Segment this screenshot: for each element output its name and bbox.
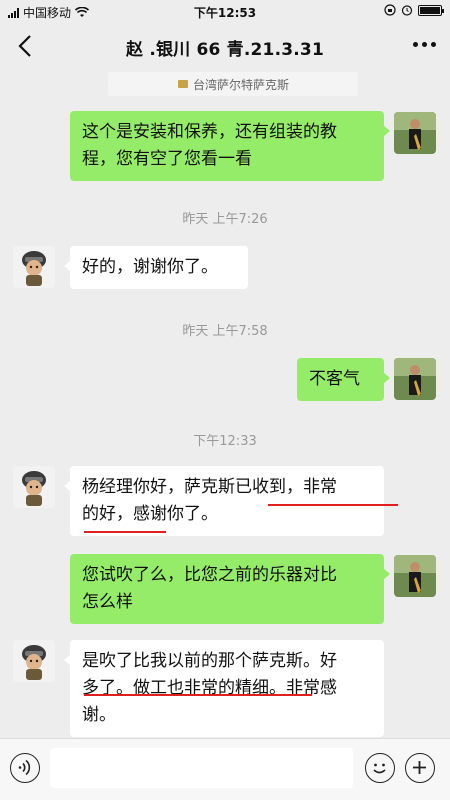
input-bar [0, 738, 450, 800]
message-bubble-sent[interactable]: 您试吹了么，比您之前的乐器对比 怎么样 [70, 554, 390, 624]
underline-mark [268, 504, 398, 506]
message-line: 杨经理你好，萨克斯已收到，非常 [82, 477, 337, 497]
underline-mark [84, 531, 166, 533]
message-bubble-received[interactable]: 好的，谢谢你了。 [64, 246, 248, 289]
lock-rotation-icon [384, 4, 396, 16]
status-right [384, 4, 444, 16]
message-line: 您试吹了么，比您之前的乐器对比 [82, 565, 337, 585]
message-bubble-sent[interactable]: 这个是安装和保养，还有组装的教 程，您有空了您看一看 [70, 111, 390, 181]
message-line: 这个是安装和保养，还有组装的教 [82, 122, 337, 142]
message-line: 谢。 [82, 705, 116, 725]
status-time: 下午12:53 [193, 6, 257, 20]
card-icon [177, 80, 188, 88]
message-bubble-received[interactable]: 杨经理你好，萨克斯已收到，非常 的好，感谢你了。 [64, 466, 384, 536]
avatar-contact[interactable] [13, 466, 55, 508]
avatar-self[interactable] [394, 555, 436, 597]
chat-header: 赵 .银川 66 青.21.3.31 [0, 24, 450, 68]
plus-icon[interactable] [405, 753, 435, 783]
status-bar: 中国移动 下午12:53 [0, 0, 450, 24]
avatar-self[interactable] [394, 358, 436, 400]
message-line: 程，您有空了您看一看 [82, 149, 252, 169]
time-stamp: 下午12:33 [193, 434, 257, 449]
time-stamp: 昨天 上午7:58 [182, 324, 268, 339]
avatar-contact[interactable] [13, 640, 55, 682]
time-stamp: 昨天 上午7:26 [182, 212, 268, 227]
avatar-self[interactable] [394, 112, 436, 154]
message-line: 是吹了比我以前的那个萨克斯。好 [82, 651, 337, 671]
emoji-icon[interactable] [365, 753, 395, 783]
battery-icon [418, 4, 444, 16]
more-dots-icon[interactable] [413, 42, 436, 47]
chat-title[interactable]: 赵 .银川 66 青.21.3.31 [60, 35, 390, 60]
message-bubble-sent[interactable]: 不客气 [297, 358, 390, 401]
chevron-left-icon[interactable] [14, 32, 38, 60]
alarm-icon [401, 5, 413, 16]
message-line: 怎么样 [82, 592, 133, 612]
message-line: 多了。做工也非常的精细。非常感 [82, 678, 337, 698]
message-bubble-received[interactable]: 是吹了比我以前的那个萨克斯。好 多了。做工也非常的精细。非常感 谢。 [64, 640, 384, 737]
message-line: 好的，谢谢你了。 [82, 257, 218, 277]
quoted-card[interactable]: 台湾萨尔特萨克斯 [108, 72, 358, 96]
message-line: 不客气 [309, 369, 360, 389]
message-input[interactable] [50, 748, 353, 788]
quoted-card-text: 台湾萨尔特萨克斯 [192, 77, 289, 92]
avatar-contact[interactable] [13, 246, 55, 288]
voice-icon[interactable] [10, 753, 40, 783]
underline-mark [84, 694, 312, 696]
battery-fill [420, 6, 440, 14]
